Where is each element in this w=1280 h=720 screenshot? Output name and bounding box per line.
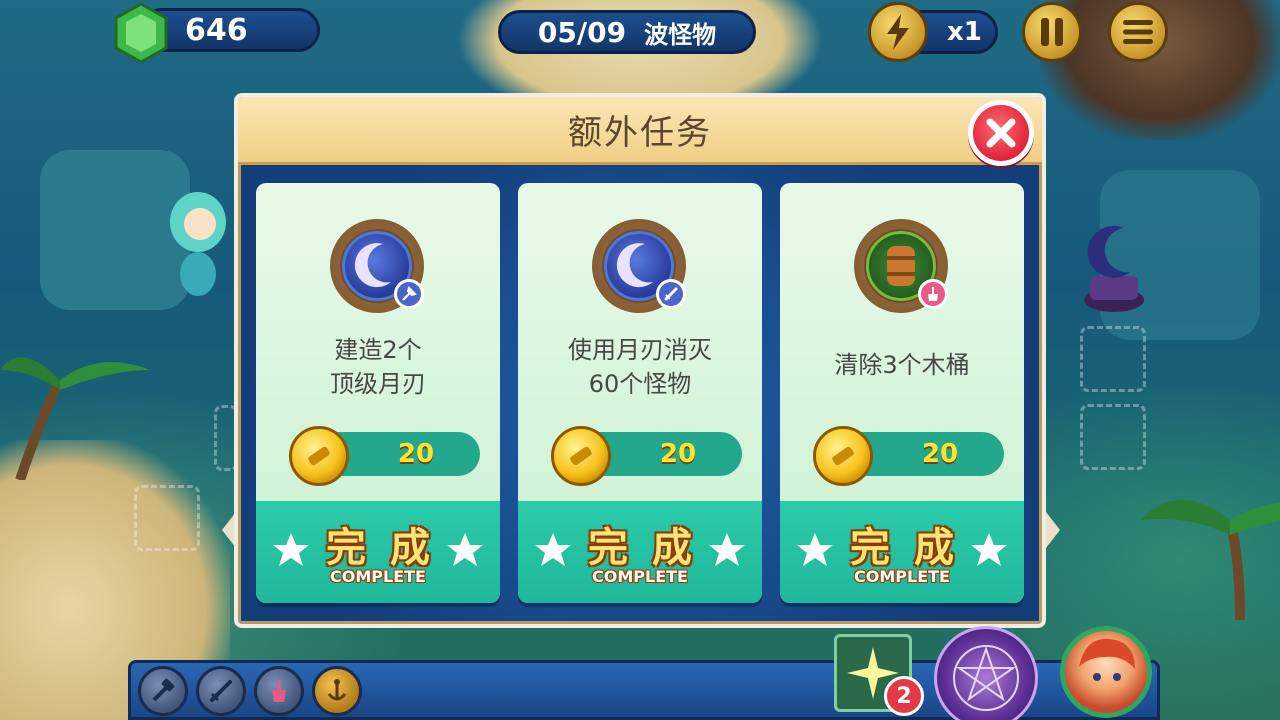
gold-coin-icon <box>813 426 873 486</box>
moon-blade-tower-icon <box>592 219 686 313</box>
palm-tree-decor <box>0 357 150 480</box>
speed-value: x1 <box>947 17 982 47</box>
pause-button[interactable] <box>1022 2 1082 62</box>
dialog-title: 额外任务 <box>568 113 712 153</box>
task-description: 清除3个木桶 <box>834 351 970 379</box>
gold-coin-icon <box>551 426 611 486</box>
broom-icon <box>918 279 948 309</box>
magic-circle-skill-button[interactable] <box>934 626 1038 720</box>
broom-icon <box>272 680 286 702</box>
hammer-icon <box>152 678 175 702</box>
skill-count-badge: 2 <box>884 676 924 716</box>
pentagram-icon <box>953 645 1019 711</box>
moon-blade-tower-icon <box>330 219 424 313</box>
hammer-tool-button[interactable] <box>138 666 188 716</box>
menu-icon <box>1123 20 1153 44</box>
empty-tower-slot[interactable] <box>1080 404 1146 470</box>
task-card: 建造2个 顶级月刃 20 完成 COMPLETE <box>256 183 500 603</box>
close-icon <box>986 118 1016 148</box>
lightning-icon <box>887 14 909 50</box>
star-icon <box>709 533 745 566</box>
complete-label-en: COMPLETE <box>592 567 688 586</box>
hero-face-icon <box>1079 638 1135 681</box>
reward-amount: 20 <box>921 439 959 469</box>
speed-button[interactable] <box>868 2 928 62</box>
wave-progress: 05/09 <box>537 15 627 49</box>
star-icon <box>971 533 1007 566</box>
empty-tower-slot[interactable] <box>1080 326 1146 392</box>
pause-icon <box>1041 18 1063 46</box>
close-button[interactable] <box>968 100 1034 166</box>
gem-count: 646 <box>185 12 248 48</box>
sword-tool-button[interactable] <box>196 666 246 716</box>
empty-tower-slot[interactable] <box>134 485 200 551</box>
reward-amount: 20 <box>397 439 435 469</box>
sword-icon <box>656 279 686 309</box>
palm-tree-decor <box>1140 500 1280 620</box>
complete-label-en: COMPLETE <box>854 567 950 586</box>
complete-label-en: COMPLETE <box>330 567 426 586</box>
dialog-header: 额外任务 <box>238 97 1042 165</box>
moon-tower[interactable] <box>1080 222 1148 314</box>
complete-banner: 完成 COMPLETE <box>518 501 762 603</box>
sword-icon <box>210 680 232 702</box>
gold-coin-icon <box>289 426 349 486</box>
task-card: 清除3个木桶 20 完成 COMPLETE <box>780 183 1024 603</box>
task-description: 建造2个 顶级月刃 <box>330 336 426 398</box>
anchor-icon <box>327 679 347 701</box>
hero-portrait-button[interactable] <box>1060 626 1152 718</box>
broom-tool-button[interactable] <box>254 666 304 716</box>
dialog-right-arrow <box>1046 512 1060 548</box>
task-card: 使用月刃消灭 60个怪物 20 完成 COMPLETE <box>518 183 762 603</box>
reward-amount: 20 <box>659 439 697 469</box>
upgrade-hammer-icon <box>394 279 424 309</box>
task-description: 使用月刃消灭 60个怪物 <box>568 336 712 398</box>
wave-counter: 05/09 波怪物 <box>498 10 756 54</box>
menu-button[interactable] <box>1108 2 1168 62</box>
star-icon <box>447 533 483 566</box>
mermaid-hero[interactable] <box>158 182 238 302</box>
wave-label: 波怪物 <box>644 20 717 49</box>
anchor-tool-button[interactable] <box>312 666 362 716</box>
barrel-icon <box>854 219 948 313</box>
complete-banner: 完成 COMPLETE <box>780 501 1024 603</box>
green-gem-icon <box>114 2 168 64</box>
complete-banner: 完成 COMPLETE <box>256 501 500 603</box>
